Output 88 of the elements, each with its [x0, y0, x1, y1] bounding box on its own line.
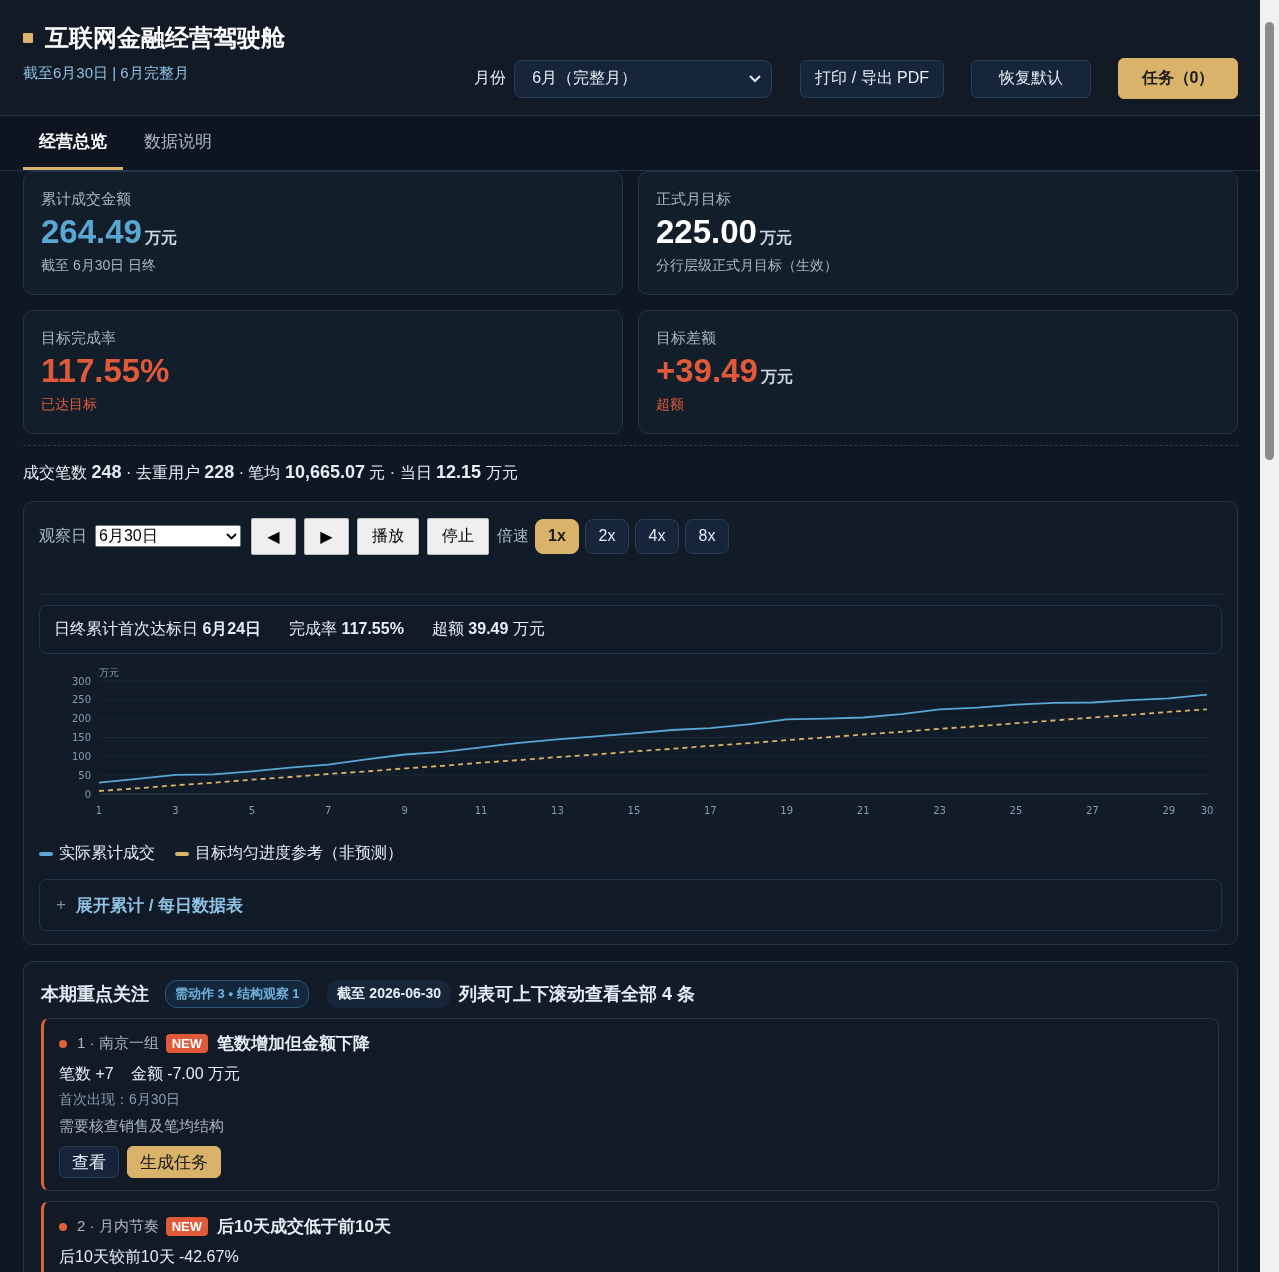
speed-button[interactable]: 8x	[685, 518, 729, 554]
y-tick-label: 0	[84, 788, 91, 800]
legend-label: 实际累计成交	[59, 843, 155, 863]
chevron-down-icon	[226, 532, 237, 540]
x-tick-label: 5	[248, 805, 255, 816]
new-tag: NEW	[165, 1217, 209, 1236]
x-tick-label: 3	[172, 805, 179, 816]
month-select[interactable]: 6月（完整月）	[514, 59, 773, 98]
kpi-label: 正式月目标	[656, 190, 732, 209]
kpi-note: 超额	[656, 396, 685, 414]
y-tick-label: 150	[71, 732, 91, 743]
kpi-label: 目标差额	[656, 329, 717, 348]
axis-unit: 万元	[99, 667, 119, 678]
chevron-down-icon	[749, 74, 762, 83]
x-tick-label: 15	[627, 805, 641, 816]
previous-button[interactable]: ◀	[251, 517, 296, 555]
scroll-hint: 列表可上下滚动查看全部 4 条	[459, 983, 695, 1006]
x-tick-label: 17	[703, 805, 717, 816]
speed-label: 倍速	[497, 525, 529, 546]
observe-day-label: 观察日	[39, 525, 87, 546]
y-tick-label: 300	[71, 675, 91, 687]
header-button[interactable]: 恢复默认	[971, 59, 1091, 98]
kpi-note: 分行层级正式月目标（生效）	[656, 257, 839, 275]
x-tick-label: 27	[1086, 805, 1099, 816]
x-tick-label: 7	[325, 805, 332, 816]
kpi-unit: 万元	[759, 228, 792, 248]
kpi-value: 117.55%	[41, 352, 170, 390]
y-tick-label: 100	[71, 750, 91, 762]
x-tick-label: 13	[551, 805, 564, 816]
kpi-value: 264.49	[41, 213, 142, 251]
tasks-button[interactable]: 任务（0）	[1118, 58, 1238, 99]
new-tag: NEW	[165, 1034, 209, 1053]
expand-table-toggle[interactable]: + 展开累计 / 每日数据表	[39, 879, 1222, 931]
x-tick-label: 30	[1200, 805, 1214, 816]
x-tick-label: 11	[474, 805, 488, 816]
alert-index: 1 · 南京一组	[77, 1034, 159, 1053]
y-tick-label: 250	[71, 694, 91, 706]
alert-index: 2 · 月内节奏	[77, 1217, 159, 1236]
tab[interactable]: 数据说明	[128, 116, 228, 170]
legend-label: 目标均匀进度参考（非预测）	[195, 843, 403, 863]
view-button[interactable]: 查看	[59, 1146, 119, 1178]
section-title: 本期重点关注	[41, 983, 149, 1006]
x-tick-label: 25	[1009, 805, 1023, 816]
speed-button[interactable]: 1x	[535, 518, 579, 554]
page-title: 互联网金融经营驾驶舱	[45, 23, 285, 53]
x-tick-label: 21	[856, 805, 870, 816]
alert-metric: 笔数 +7	[59, 1064, 114, 1084]
x-tick-label: 29	[1162, 805, 1176, 816]
legend-swatch-icon	[39, 851, 53, 856]
play-button[interactable]: 播放	[357, 517, 419, 555]
x-tick-label: 1	[95, 805, 103, 816]
milestone-text: 日终累计首次达标日 6月24日	[54, 619, 262, 639]
page-subtitle: 截至6月30日 | 6月完整月	[23, 64, 190, 83]
alert-note: 需要核查销售及笔均结构	[59, 1117, 225, 1136]
y-tick-label: 50	[78, 769, 91, 781]
date-chip: 截至 2026-06-30	[327, 980, 451, 1008]
x-tick-label: 23	[933, 805, 946, 816]
day-select[interactable]: 6月30日	[95, 525, 241, 547]
milestone-text: 完成率 117.55%	[289, 619, 404, 639]
month-label: 月份	[474, 68, 507, 88]
kpi-label: 累计成交金额	[41, 190, 132, 209]
alert-title: 后10天成交低于前10天	[217, 1216, 391, 1238]
milestone-text: 超额 39.49 万元	[431, 619, 545, 639]
first-seen-text: 首次出现：6月30日	[59, 1091, 182, 1109]
square-icon	[23, 33, 33, 43]
alert-metric: 后10天较前10天 -42.67%	[59, 1247, 239, 1267]
stop-button[interactable]: 停止	[427, 517, 489, 555]
speed-button[interactable]: 4x	[635, 518, 679, 554]
kpi-unit: 万元	[760, 367, 793, 387]
speed-button[interactable]: 2x	[585, 518, 629, 554]
kpi-unit: 万元	[144, 228, 177, 248]
kpi-label: 目标完成率	[41, 329, 117, 348]
create-task-button[interactable]: 生成任务	[127, 1146, 221, 1178]
header-button[interactable]: 打印 / 导出 PDF	[800, 59, 944, 98]
legend-swatch-icon	[175, 851, 189, 856]
kpi-note: 已达目标	[41, 396, 98, 414]
next-button[interactable]: ▶	[304, 517, 349, 555]
alert-metric: 金额 -7.00 万元	[130, 1064, 241, 1084]
y-tick-label: 200	[71, 713, 91, 725]
alert-title: 笔数增加但金额下降	[217, 1033, 371, 1055]
x-tick-label: 9	[401, 805, 408, 816]
x-tick-label: 19	[780, 805, 794, 816]
kpi-note: 截至 6月30日 日终	[41, 257, 158, 275]
kpi-value: +39.49	[656, 352, 758, 390]
count-badge: 需动作 3 • 结构观察 1	[165, 980, 310, 1008]
scrollbar[interactable]	[1260, 0, 1279, 1272]
kpi-value: 225.00	[656, 213, 757, 251]
summary-text: 成交笔数 248 · 去重用户 228 · 笔均 10,665.07 元 · 当日 12.15 万元	[23, 462, 519, 484]
